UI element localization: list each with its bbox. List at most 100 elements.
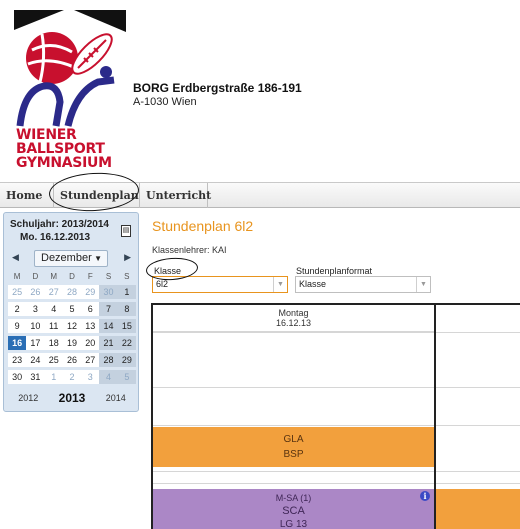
klasse-value: 6l2 bbox=[156, 279, 169, 289]
calendar-day[interactable]: 11 bbox=[44, 319, 63, 333]
month-label: Dezember bbox=[41, 252, 92, 264]
calendar-day[interactable]: 1 bbox=[117, 285, 136, 299]
row-divider bbox=[153, 425, 520, 426]
calendar-day[interactable]: 6 bbox=[81, 302, 100, 316]
klassenlehrer-label: Klassenlehrer: KAI bbox=[152, 245, 227, 255]
calendar-day[interactable]: 4 bbox=[99, 370, 118, 384]
lesson-room: LG 13 bbox=[279, 519, 308, 529]
calendar-days: 25 26 27 28 29 30 1 2 3 4 5 6 7 8 9 10 11 12 13 14 15 16 17 18 1… bbox=[8, 285, 136, 384]
sidebar-calendar: Schuljahr: 2013/2014 Mo. 16.12.2013 ▤ ◀ … bbox=[3, 212, 139, 412]
chevron-down-icon[interactable]: ▼ bbox=[273, 277, 287, 292]
format-value: Klasse bbox=[299, 279, 327, 289]
day-name: Montag bbox=[278, 308, 309, 318]
calendar-day[interactable]: 5 bbox=[117, 370, 136, 384]
calendar-day[interactable]: 29 bbox=[117, 353, 136, 367]
row-divider bbox=[153, 471, 520, 472]
year-current[interactable]: 2013 bbox=[59, 391, 86, 405]
format-label: Stundenplanformat bbox=[296, 266, 373, 276]
calendar-day[interactable]: 25 bbox=[44, 353, 63, 367]
calendar-day[interactable]: 16 bbox=[8, 336, 27, 350]
calendar-day[interactable]: 17 bbox=[26, 336, 45, 350]
lesson-detail: BSP bbox=[283, 449, 304, 460]
calendar-day[interactable]: 8 bbox=[117, 302, 136, 316]
calendar-day[interactable]: 3 bbox=[26, 302, 45, 316]
calendar-day[interactable]: 21 bbox=[99, 336, 118, 350]
lesson-group: M-SA (1) bbox=[275, 493, 312, 503]
schuljahr-label: Schuljahr: 2013/2014 bbox=[10, 219, 109, 230]
calendar-day[interactable]: 30 bbox=[8, 370, 27, 384]
day-header: Montag 16.12.13 bbox=[153, 305, 434, 332]
calendar-day[interactable]: 30 bbox=[99, 285, 118, 299]
calendar-day[interactable]: 1 bbox=[44, 370, 63, 384]
calendar-day[interactable]: 4 bbox=[44, 302, 63, 316]
logo-text: WIENER BALLSPORT GYMNASIUM bbox=[16, 128, 128, 170]
lesson-block[interactable]: M-SA (1) SCA LG 13 i bbox=[153, 489, 434, 529]
calendar-day[interactable]: 13 bbox=[81, 319, 100, 333]
weekday-label: S bbox=[124, 272, 130, 281]
logo-line-1: WIENER bbox=[16, 127, 77, 143]
calendar-day[interactable]: 3 bbox=[81, 370, 100, 384]
calendar-day[interactable]: 7 bbox=[99, 302, 118, 316]
calendar-day[interactable]: 27 bbox=[44, 285, 63, 299]
column-divider bbox=[434, 305, 436, 529]
format-select[interactable]: Klasse ▼ bbox=[295, 276, 431, 293]
prev-month-icon[interactable]: ◀ bbox=[12, 252, 19, 263]
calendar-day[interactable]: 24 bbox=[26, 353, 45, 367]
calendar-day[interactable]: 27 bbox=[81, 353, 100, 367]
school-logo: WIENER BALLSPORT GYMNASIUM bbox=[14, 10, 126, 170]
row-divider bbox=[153, 332, 520, 333]
calendar-day[interactable]: 19 bbox=[62, 336, 82, 350]
nav-unterricht[interactable]: Unterricht bbox=[140, 183, 211, 208]
year-next[interactable]: 2014 bbox=[106, 393, 126, 403]
calendar-day[interactable]: 31 bbox=[26, 370, 45, 384]
row-divider bbox=[153, 483, 520, 484]
calendar-day[interactable]: 5 bbox=[62, 302, 82, 316]
year-prev[interactable]: 2012 bbox=[18, 393, 38, 403]
info-icon[interactable]: i bbox=[420, 491, 430, 501]
chevron-down-icon[interactable]: ▼ bbox=[416, 277, 430, 292]
day-date: 16.12.13 bbox=[275, 318, 312, 328]
calendar-day[interactable]: 2 bbox=[8, 302, 27, 316]
calendar-day[interactable]: 22 bbox=[117, 336, 136, 350]
current-date: Mo. 16.12.2013 bbox=[20, 232, 91, 243]
calendar-day[interactable]: 9 bbox=[8, 319, 27, 333]
weekday-label: M bbox=[13, 272, 21, 281]
weekday-label: F bbox=[87, 272, 93, 281]
lesson-block[interactable] bbox=[436, 489, 520, 529]
logo-line-3: GYMNASIUM bbox=[16, 155, 112, 171]
year-selector: 2012 2013 2014 bbox=[8, 389, 136, 407]
calendar-day[interactable]: 14 bbox=[99, 319, 118, 333]
next-month-icon[interactable]: ▶ bbox=[124, 252, 131, 263]
calendar-day[interactable]: 25 bbox=[8, 285, 27, 299]
calendar-day[interactable]: 29 bbox=[81, 285, 100, 299]
school-address: A-1030 Wien bbox=[133, 96, 197, 108]
calendar-day[interactable]: 26 bbox=[62, 353, 82, 367]
weekday-label: S bbox=[105, 272, 112, 281]
weekday-header: M D M D F S S bbox=[8, 272, 136, 281]
calendar-day[interactable]: 23 bbox=[8, 353, 27, 367]
weekday-label: M bbox=[50, 272, 58, 281]
calendar-day[interactable]: 18 bbox=[44, 336, 63, 350]
calendar-day[interactable]: 28 bbox=[62, 285, 82, 299]
calendar-day[interactable]: 15 bbox=[117, 319, 136, 333]
school-info: BORG Erdbergstraße 186-191 A-1030 Wien bbox=[133, 81, 302, 108]
calendar-day[interactable]: 20 bbox=[81, 336, 100, 350]
weekday-label: D bbox=[32, 272, 39, 281]
lesson-subject: SCA bbox=[282, 505, 305, 517]
print-icon[interactable]: ▤ bbox=[121, 225, 131, 237]
calendar-day[interactable]: 12 bbox=[62, 319, 82, 333]
school-name: BORG Erdbergstraße 186-191 bbox=[133, 81, 302, 95]
lesson-block[interactable]: GLA BSP bbox=[153, 427, 434, 467]
weekday-label: D bbox=[69, 272, 75, 281]
lesson-subject: GLA bbox=[283, 434, 304, 445]
calendar-day[interactable]: 10 bbox=[26, 319, 45, 333]
nav-home[interactable]: Home bbox=[0, 183, 54, 208]
timetable: Montag 16.12.13 GLA BSP M-SA (1) SCA LG … bbox=[151, 303, 520, 529]
calendar-header: ◀ Dezember ▼ ▶ bbox=[8, 250, 136, 268]
calendar-day[interactable]: 26 bbox=[26, 285, 45, 299]
month-select[interactable]: Dezember ▼ bbox=[34, 250, 108, 267]
calendar-day[interactable]: 28 bbox=[99, 353, 118, 367]
logo-line-2: BALLSPORT bbox=[16, 141, 105, 157]
page-title: Stundenplan 6l2 bbox=[152, 218, 254, 234]
calendar-day[interactable]: 2 bbox=[62, 370, 82, 384]
